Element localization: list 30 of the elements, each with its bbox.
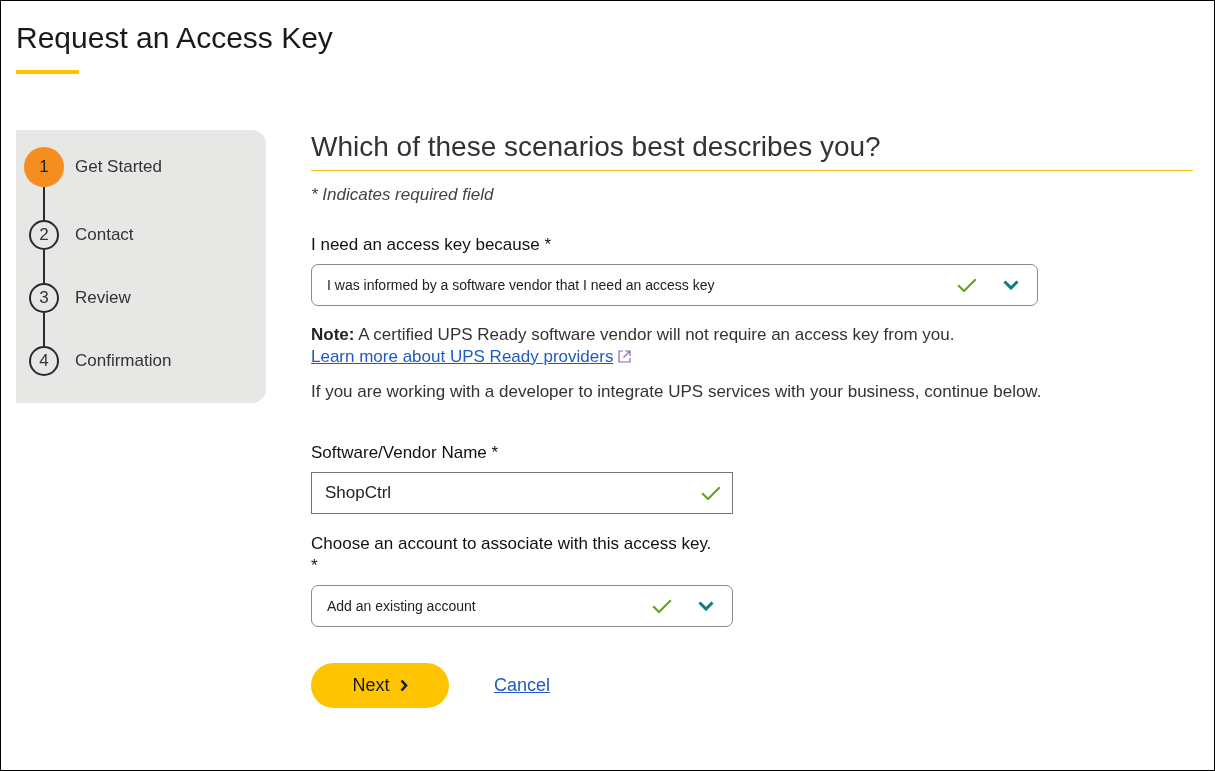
info-text: If you are working with a developer to integrate UPS services with your business, continue below.	[311, 381, 1043, 403]
step-label: Review	[75, 288, 131, 308]
step-connector	[43, 187, 45, 220]
reason-dropdown[interactable]: I was informed by a software vendor that I need an access key	[311, 264, 1038, 306]
external-link-icon	[618, 350, 632, 363]
note-text: Note: A certified UPS Ready software vendor will not require an access key from you. Learn more about UPS Ready providers	[311, 324, 956, 368]
section-heading: Which of these scenarios best describes you?	[311, 130, 1193, 171]
step-number: 2	[29, 220, 59, 250]
chevron-down-icon	[698, 601, 714, 611]
step-number: 4	[29, 346, 59, 376]
learn-more-link[interactable]: Learn more about UPS Ready providers	[311, 347, 632, 366]
field-label: Software/Vendor Name *	[311, 442, 500, 464]
account-dropdown[interactable]: Add an existing account	[311, 585, 733, 627]
step-connector	[43, 250, 45, 283]
step-number: 1	[24, 147, 64, 187]
chevron-down-icon	[1003, 280, 1019, 290]
step-label: Confirmation	[75, 351, 172, 371]
next-button[interactable]: Next	[311, 663, 449, 708]
required-note: * Indicates required field	[311, 184, 495, 206]
cancel-link[interactable]: Cancel	[494, 675, 551, 696]
field-label: I need an access key because *	[311, 234, 553, 256]
vendor-name-input[interactable]: ShopCtrl	[311, 472, 733, 514]
step-number: 3	[29, 283, 59, 313]
step-label: Get Started	[75, 157, 162, 177]
chevron-right-icon	[399, 679, 408, 692]
page-title: Request an Access Key	[16, 20, 334, 56]
step-label: Contact	[75, 225, 134, 245]
step-connector	[43, 313, 45, 346]
title-underline	[16, 70, 79, 74]
field-label: Choose an account to associate with this access key. *	[311, 533, 713, 577]
